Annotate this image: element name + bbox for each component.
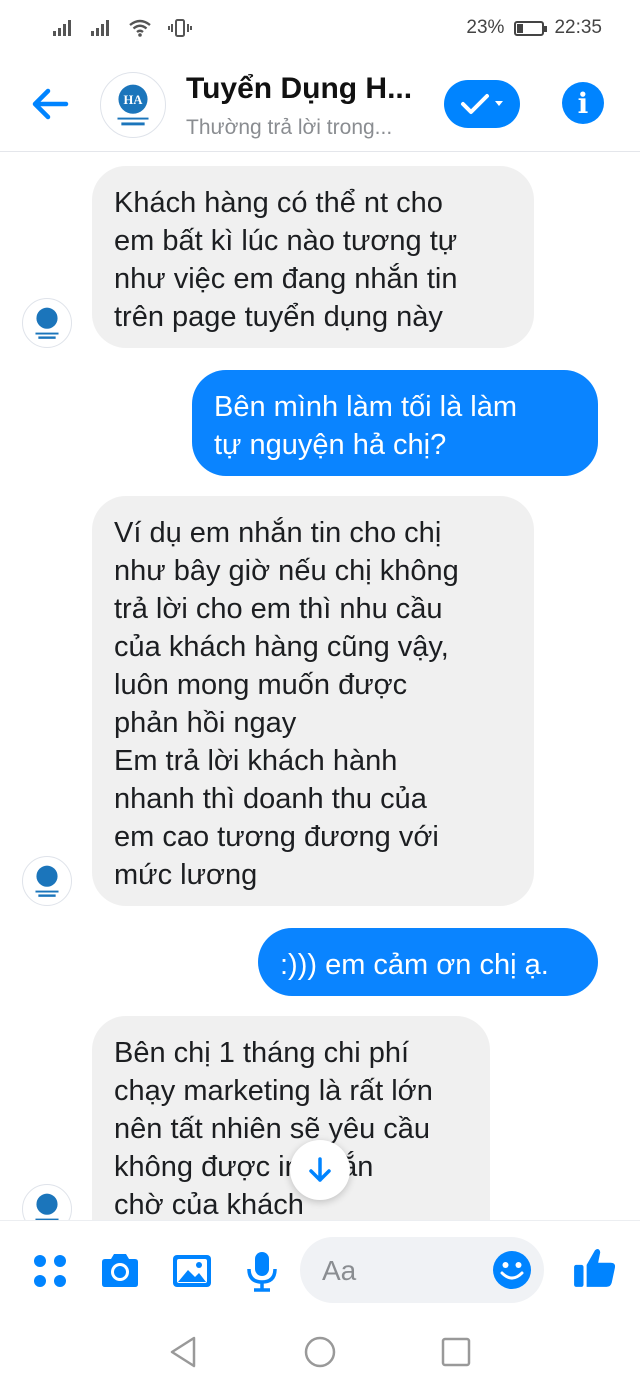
message-line: nên tất nhiên sẽ yêu cầu <box>114 1113 431 1145</box>
apps-icon[interactable] <box>28 1249 72 1293</box>
message-line: trả lời cho em thì nhu cầu <box>114 593 443 625</box>
status-bar: 23% 22:35 <box>0 0 640 56</box>
sender-avatar[interactable] <box>22 1184 72 1220</box>
message-line: Em trả lời khách hành <box>114 745 398 777</box>
message-bubble-incoming[interactable]: Khách hàng có thể nt cho em bất kì lúc n… <box>92 166 534 348</box>
scroll-to-bottom-button[interactable] <box>290 1140 350 1200</box>
message-line: chạy marketing là rất lớn <box>114 1075 433 1107</box>
message-input[interactable] <box>320 1247 484 1295</box>
message-line: Khách hàng có thể nt cho <box>114 187 443 219</box>
signal-icon <box>91 20 109 36</box>
message-line: em bất kì lúc nào tương tự <box>114 225 458 257</box>
image-icon[interactable] <box>170 1249 214 1293</box>
message-line: mức lương <box>114 859 258 891</box>
avatar[interactable]: HA <box>100 72 166 138</box>
message-line: như việc em đang nhắn tin <box>114 263 458 295</box>
vibrate-icon <box>168 19 192 37</box>
message-line: em cao tương đương với <box>114 821 439 853</box>
message-line: nhanh thì doanh thu của <box>114 783 427 815</box>
conversation-header: HA Tuyển Dụng H... Thường trả lời trong.… <box>0 56 640 152</box>
back-arrow-icon[interactable] <box>28 82 72 126</box>
nav-back-icon[interactable] <box>164 1332 204 1372</box>
response-status: Thường trả lời trong... <box>186 116 393 139</box>
message-line: Bên chị 1 tháng chi phí <box>114 1037 410 1069</box>
svg-text:HA: HA <box>124 93 143 107</box>
message-line: như bây giờ nếu chị không <box>114 555 459 587</box>
message-line: của khách hàng cũng vậy, <box>114 631 449 663</box>
camera-icon[interactable] <box>98 1249 142 1293</box>
checkmark-icon <box>461 94 489 114</box>
message-bubble-incoming[interactable]: Ví dụ em nhắn tin cho chị như bây giờ nế… <box>92 496 534 906</box>
nav-recents-icon[interactable] <box>436 1332 476 1372</box>
message-composer <box>0 1220 640 1320</box>
message-line: Bên mình làm tối là làm <box>214 391 518 423</box>
info-icon[interactable]: i <box>562 82 604 124</box>
message-line: chờ của khách <box>114 1189 304 1220</box>
message-input-container[interactable] <box>300 1237 544 1303</box>
message-bubble-outgoing[interactable]: Bên mình làm tối là làm tự nguyện hả chị… <box>192 370 598 476</box>
sender-avatar[interactable] <box>22 298 72 348</box>
signal-icon <box>53 20 71 36</box>
message-bubble-outgoing[interactable]: :))) em cảm ơn chị ạ. <box>258 928 598 996</box>
contact-name[interactable]: Tuyển Dụng H... <box>186 72 412 106</box>
message-line: phản hồi ngay <box>114 707 297 739</box>
nav-home-icon[interactable] <box>300 1332 340 1372</box>
battery-percent: 23% <box>466 17 505 38</box>
sender-avatar[interactable] <box>22 856 72 906</box>
thumbs-up-icon[interactable] <box>572 1245 618 1291</box>
wifi-icon <box>129 19 151 37</box>
message-line: luôn mong muốn được <box>114 669 408 701</box>
message-bubble-incoming[interactable]: Bên chị 1 tháng chi phí chạy marketing l… <box>92 1016 490 1220</box>
clock: 22:35 <box>554 17 602 38</box>
emoji-icon[interactable] <box>492 1250 532 1290</box>
message-line: trên page tuyển dụng này <box>114 301 443 333</box>
system-navigation-bar <box>0 1320 640 1386</box>
microphone-icon[interactable] <box>240 1249 284 1293</box>
message-list[interactable]: Khách hàng có thể nt cho em bất kì lúc n… <box>0 152 640 1220</box>
message-line: tự nguyện hả chị? <box>214 429 447 461</box>
chevron-down-icon <box>495 101 503 106</box>
battery-icon <box>514 20 548 36</box>
message-line: :))) em cảm ơn chị ạ. <box>280 949 549 981</box>
checkmark-button[interactable] <box>444 80 520 128</box>
message-line: Ví dụ em nhắn tin cho chị <box>114 517 442 549</box>
arrow-down-icon <box>309 1157 331 1182</box>
